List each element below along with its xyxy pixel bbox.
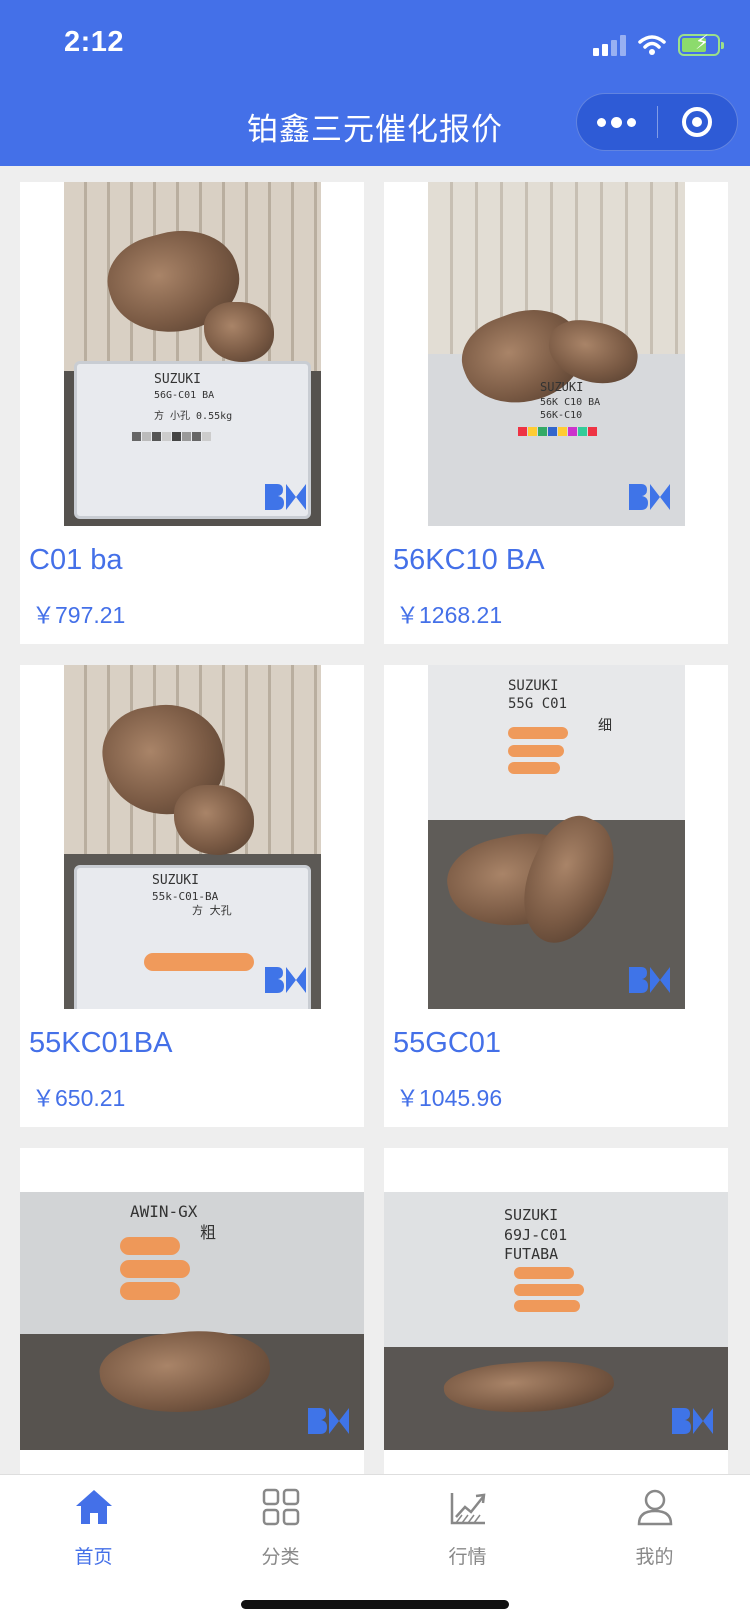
brand-logo-icon [629,967,670,993]
tab-home[interactable]: 首页 [0,1487,187,1569]
product-image[interactable]: SUZUKI 56K C10 BA 56K-C10 [428,182,685,526]
more-dots-icon[interactable] [577,93,657,151]
product-name[interactable]: 55GC01 [393,1027,501,1060]
product-price: ￥1268.21 [396,602,503,628]
product-name[interactable]: C01 ba [29,544,123,577]
product-card[interactable]: SUZUKI 55G C01 细 55GC01 ￥1045.96 [384,665,728,1127]
tab-market[interactable]: 行情 [374,1487,561,1569]
status-icons: ⚡ [593,32,724,58]
wifi-icon [638,35,666,55]
product-image[interactable]: AWIN-GX 粗 [20,1192,364,1450]
mini-program-capsule [576,93,738,151]
status-time: 2:12 [64,26,125,58]
signal-icon [593,34,626,56]
product-price: ￥1045.96 [396,1085,503,1111]
product-card[interactable]: SUZUKI 69J-C01 FUTABA [384,1148,728,1478]
grid-category-icon [262,1488,299,1526]
brand-logo-icon [308,1408,349,1434]
product-image[interactable]: SUZUKI 55G C01 细 [428,665,685,1009]
brand-logo-icon [265,484,306,510]
tab-label: 行情 [448,1547,487,1568]
market-trend-icon [450,1493,485,1525]
brand-logo-icon [265,967,306,993]
user-icon [637,1489,672,1526]
product-card[interactable]: AWIN-GX 粗 [20,1148,364,1478]
battery-icon: ⚡ [678,33,724,56]
tab-mine[interactable]: 我的 [561,1487,748,1569]
product-name[interactable]: 55KC01BA [29,1027,173,1060]
target-circle-icon[interactable] [658,93,738,151]
product-image[interactable]: SUZUKI 55k-C01-BA 方 大孔 [64,665,321,1009]
product-price: ￥650.21 [32,1085,126,1111]
product-image[interactable]: SUZUKI 56G-C01 BA 方 小孔 0.55kg [64,182,321,526]
product-card[interactable]: SUZUKI 56K C10 BA 56K-C10 56KC10 BA ￥126… [384,182,728,644]
product-card[interactable]: SUZUKI 56G-C01 BA 方 小孔 0.55kg C01 ba ￥79… [20,182,364,644]
tab-label: 首页 [74,1547,113,1568]
top-bar: 2:12 ⚡ 铂鑫三元催化报价 [0,0,750,166]
product-image[interactable]: SUZUKI 69J-C01 FUTABA [384,1192,728,1450]
tab-category[interactable]: 分类 [187,1487,374,1569]
home-indicator [241,1600,509,1609]
product-name[interactable]: 56KC10 BA [393,544,545,577]
brand-logo-icon [629,484,670,510]
product-price: ￥797.21 [32,602,126,628]
brand-logo-icon [672,1408,713,1434]
home-icon [75,1490,112,1524]
tab-label: 分类 [261,1547,300,1568]
tab-label: 我的 [635,1547,674,1568]
product-card[interactable]: SUZUKI 55k-C01-BA 方 大孔 55KC01BA ￥650.21 [20,665,364,1127]
